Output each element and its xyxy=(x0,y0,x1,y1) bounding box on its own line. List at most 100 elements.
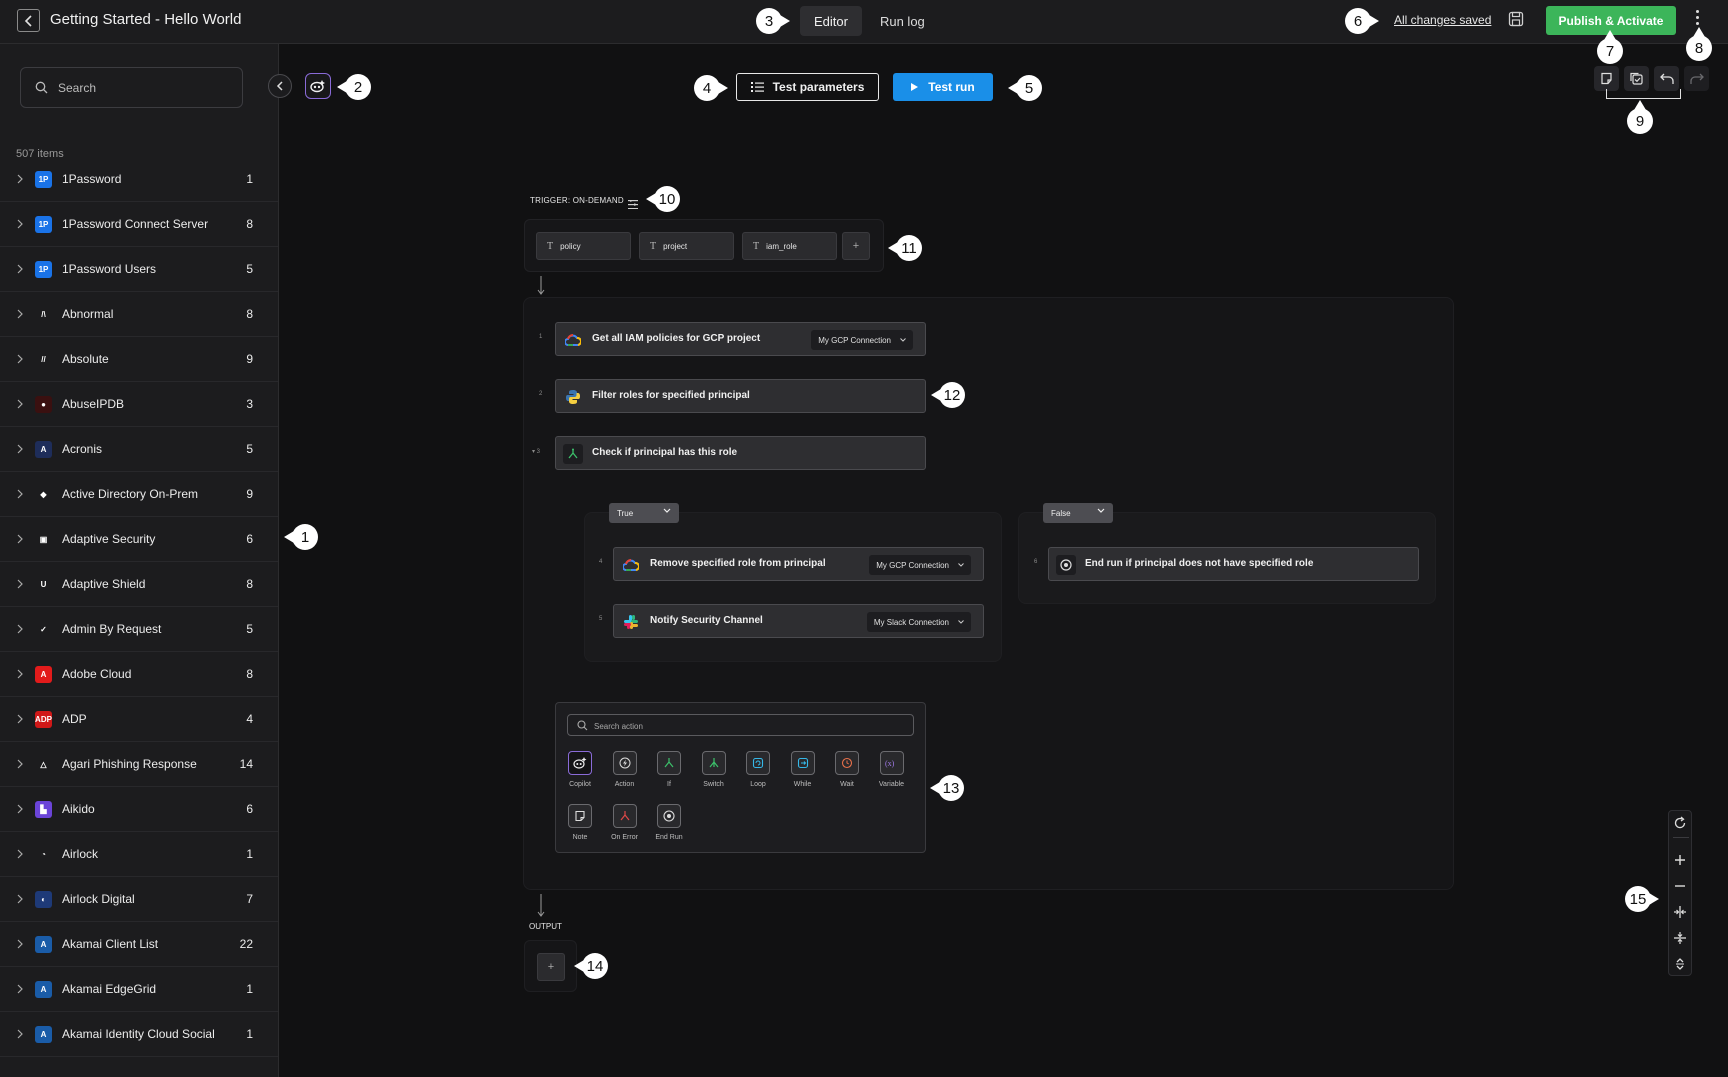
while-icon xyxy=(790,751,815,775)
add-parameter-button[interactable]: + xyxy=(842,232,870,260)
end-run-icon xyxy=(657,804,681,828)
expand-collapse-button[interactable] xyxy=(1672,956,1688,972)
switch-icon xyxy=(701,751,726,775)
step-label: End run if principal does not have speci… xyxy=(1085,558,1314,569)
true-branch xyxy=(584,512,1002,662)
action-label: Copilot xyxy=(569,781,591,788)
action-switch[interactable]: Switch xyxy=(692,751,736,788)
step-label: Filter roles for specified principal xyxy=(592,390,750,401)
param-label: project xyxy=(663,241,688,251)
step-check-principal-role[interactable]: Check if principal has this role xyxy=(555,436,926,470)
callout-1: 1 xyxy=(284,524,318,550)
connection-select[interactable]: My Slack Connection xyxy=(866,612,971,632)
step-number: 6 xyxy=(1034,559,1038,565)
step-get-iam-policies[interactable]: Get all IAM policies for GCP project My … xyxy=(555,322,926,356)
action-copilot[interactable]: Copilot xyxy=(558,751,602,788)
param-policy[interactable]: Tpolicy xyxy=(536,232,631,260)
branch-label: True xyxy=(617,508,634,518)
fit-horizontal-icon xyxy=(1674,906,1686,918)
connection-label: My GCP Connection xyxy=(818,335,891,345)
action-label: Switch xyxy=(703,781,724,788)
connection-select[interactable]: My GCP Connection xyxy=(811,330,913,350)
fit-height-button[interactable] xyxy=(1672,930,1688,946)
step-label: Notify Security Channel xyxy=(650,615,763,626)
add-output-button[interactable]: + xyxy=(537,953,565,981)
trigger-label: TRIGGER: ON-DEMAND xyxy=(530,196,624,205)
copilot-icon xyxy=(568,751,592,775)
chevron-down-icon xyxy=(958,563,964,567)
action-search xyxy=(567,714,914,736)
reset-view-button[interactable] xyxy=(1672,815,1688,831)
if-branch-icon xyxy=(657,751,681,775)
trigger-settings-icon[interactable] xyxy=(628,196,638,214)
chevron-down-icon xyxy=(1097,508,1105,513)
action-if[interactable]: If xyxy=(647,751,691,788)
zoom-in-button[interactable] xyxy=(1672,852,1688,868)
step-number: 5 xyxy=(599,616,603,622)
branch-false-tag[interactable]: False xyxy=(1043,503,1113,523)
zoom-controls xyxy=(1668,810,1692,976)
plus-icon xyxy=(1675,855,1685,865)
chevron-down-icon xyxy=(663,508,671,513)
action-variable[interactable]: (x) Variable xyxy=(870,751,914,788)
callout-3: 3 xyxy=(756,8,790,34)
callout-12: 12 xyxy=(931,382,965,408)
callout-14: 14 xyxy=(574,953,608,979)
trigger-parameters: Tpolicy Tproject Tiam_role + xyxy=(524,219,884,272)
action-label: Variable xyxy=(878,781,905,788)
callout-2: 2 xyxy=(337,74,371,100)
output-label: OUTPUT xyxy=(529,922,562,931)
callout-5: 5 xyxy=(1008,75,1042,101)
action-wait[interactable]: Wait xyxy=(825,751,869,788)
step-number: 2 xyxy=(539,391,543,397)
output-section: + xyxy=(524,940,577,992)
on-error-icon xyxy=(612,804,637,828)
svg-text:(x): (x) xyxy=(885,759,895,768)
chevron-up-down-icon xyxy=(1676,958,1684,970)
step-label: Get all IAM policies for GCP project xyxy=(592,333,761,344)
action-while[interactable]: While xyxy=(781,751,825,788)
connection-label: My GCP Connection xyxy=(876,560,949,570)
action-action[interactable]: Action xyxy=(603,751,647,788)
note-icon xyxy=(568,804,592,828)
variable-icon: (x) xyxy=(879,751,904,775)
action-end-run[interactable]: End Run xyxy=(647,804,691,841)
step-notify-security[interactable]: Notify Security Channel My Slack Connect… xyxy=(613,604,984,638)
zoom-divider xyxy=(1673,837,1689,838)
chevron-down-icon xyxy=(900,338,906,342)
action-loop[interactable]: Loop xyxy=(736,751,780,788)
fit-width-button[interactable] xyxy=(1672,904,1688,920)
callout-4: 4 xyxy=(694,75,728,101)
loop-icon xyxy=(746,751,770,775)
action-search-input[interactable] xyxy=(594,719,894,733)
param-project[interactable]: Tproject xyxy=(639,232,734,260)
wait-icon xyxy=(835,751,859,775)
zoom-out-button[interactable] xyxy=(1672,878,1688,894)
param-iam-role[interactable]: Tiam_role xyxy=(742,232,837,260)
action-picker: Copilot Action If Switch Loop While Wait (x) Var… xyxy=(555,702,926,853)
action-label: While xyxy=(793,781,812,788)
step-number: 4 xyxy=(599,559,603,565)
step-label: Check if principal has this role xyxy=(592,447,738,458)
callout-7: 7 xyxy=(1597,30,1623,64)
step-remove-role[interactable]: Remove specified role from principal My … xyxy=(613,547,984,581)
google-cloud-icon xyxy=(621,555,641,575)
action-label: Loop xyxy=(750,781,766,788)
callout-9: 9 xyxy=(1627,100,1653,134)
step-end-run[interactable]: End run if principal does not have speci… xyxy=(1048,547,1419,581)
google-cloud-icon xyxy=(563,330,583,350)
connection-select[interactable]: My GCP Connection xyxy=(869,555,971,575)
action-label: If xyxy=(667,781,671,788)
action-on-error[interactable]: On Error xyxy=(603,804,647,841)
python-icon xyxy=(563,387,583,407)
action-label: Wait xyxy=(840,781,854,788)
branch-true-tag[interactable]: True xyxy=(609,503,679,523)
callout-6: 6 xyxy=(1345,8,1379,34)
search-icon xyxy=(577,720,588,731)
text-type-icon: T xyxy=(753,240,760,252)
step-label: Remove specified role from principal xyxy=(650,558,826,569)
step-filter-roles[interactable]: Filter roles for specified principal xyxy=(555,379,926,413)
action-note[interactable]: Note xyxy=(558,804,602,841)
callout-13: 13 xyxy=(930,775,964,801)
callout-15: 15 xyxy=(1625,886,1659,912)
